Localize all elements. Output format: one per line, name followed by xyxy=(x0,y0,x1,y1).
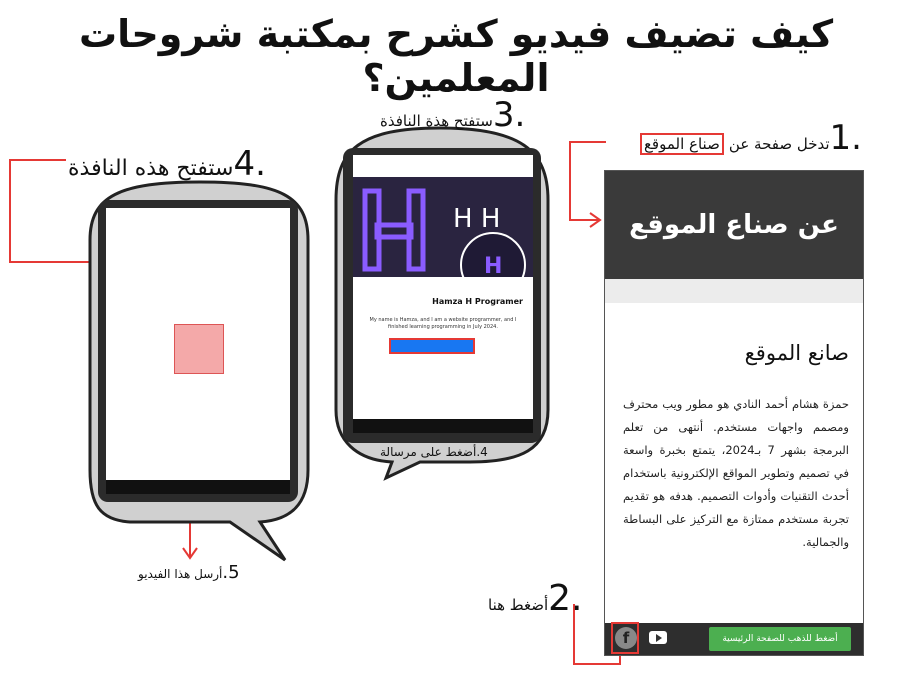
step-4b-text: أضغط على مرسالة xyxy=(380,445,477,459)
step-3-number: 3. xyxy=(492,95,526,135)
facebook-profile-screen: H H H Hamza H Programer My name is Hamza… xyxy=(353,155,533,433)
about-hero-title: عن صناع الموقع xyxy=(605,171,863,279)
android-nav-bar xyxy=(353,419,533,433)
facebook-highlight-box xyxy=(611,622,639,654)
step-4b-caption: 4.أضغط على مرسالة xyxy=(380,445,488,459)
profile-bio: My name is Hamza, and I am a website pro… xyxy=(369,317,517,330)
step-4b-number: 4. xyxy=(476,445,488,459)
step-5-caption: 5.أرسل هذا الفيديو xyxy=(138,562,240,583)
step-5-number: 5. xyxy=(222,562,240,583)
step-1-caption: 1.تدخل صفحة عن صناع الموقع xyxy=(639,118,862,158)
step-2-number: 2. xyxy=(548,578,583,619)
step-2-caption: 2.أضغط هنا xyxy=(488,578,583,619)
step-1-number: 1. xyxy=(829,118,862,158)
step-2-text: أضغط هنا xyxy=(488,596,549,614)
hero-divider xyxy=(605,279,863,303)
svg-text:H: H xyxy=(484,254,502,277)
profile-name: Hamza H Programer xyxy=(432,297,523,306)
message-button[interactable] xyxy=(389,338,475,354)
video-placeholder xyxy=(174,324,224,374)
step-3-caption: 3.ستفتح هذة النافذة xyxy=(380,95,525,135)
svg-text:H H: H H xyxy=(453,204,500,234)
step-4-caption: 4.ستفتح هذه النافذة xyxy=(68,144,266,184)
step-4-text: ستفتح هذه النافذة xyxy=(68,156,234,181)
step-4-number: 4. xyxy=(233,144,266,184)
about-page-screenshot: عن صناع الموقع صانع الموقع حمزة هشام أحم… xyxy=(604,170,864,656)
arrow-step1 xyxy=(569,141,606,221)
step-3-text: ستفتح هذة النافذة xyxy=(380,112,493,130)
step-1-highlight: صناع الموقع xyxy=(639,133,724,155)
youtube-icon[interactable] xyxy=(649,631,667,644)
maker-bio: حمزة هشام أحمد النادي هو مطور ويب محترف … xyxy=(623,397,849,549)
home-button[interactable]: أضغط للذهب للصفحة الرئيسية xyxy=(709,627,851,651)
step-5-text: أرسل هذا الفيديو xyxy=(138,567,223,581)
android-nav-bar xyxy=(106,480,290,494)
cover-h-logo: H H H xyxy=(362,188,526,298)
maker-heading: صانع الموقع xyxy=(744,341,849,365)
profile-cover: H H H xyxy=(353,177,533,298)
step-1-text: تدخل صفحة عن xyxy=(728,135,830,153)
